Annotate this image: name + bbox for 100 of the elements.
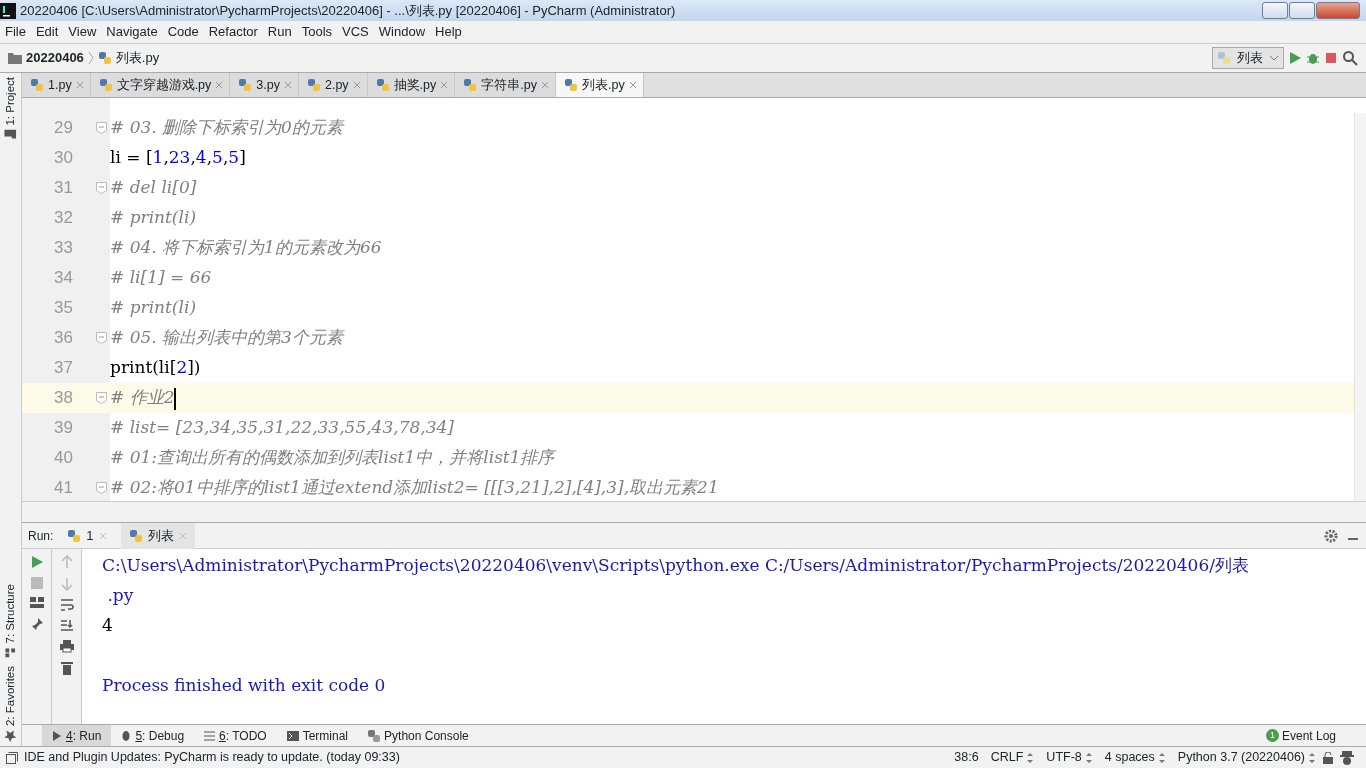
python-file-icon [67, 528, 82, 543]
updown-icon [1026, 752, 1035, 763]
editor-tab[interactable]: 3.py [230, 73, 299, 97]
line-number: 40 [53, 447, 74, 470]
run-tab[interactable]: 列表 [120, 522, 195, 549]
code-line: # 05. 输出列表中的第3个元素 [110, 326, 343, 350]
code-line: # 02:将01中排序的list1通过extend添加list2= [[[3,21],2],[4],3],取出元素21 [110, 476, 719, 500]
bug-icon[interactable] [1306, 51, 1320, 65]
line-number: 33 [53, 237, 74, 260]
python-file-icon [564, 78, 578, 92]
menu-item[interactable]: Tools [296, 22, 338, 42]
close-icon [98, 531, 107, 540]
tool-window-tab[interactable]: 4: Run [42, 724, 112, 747]
menu-item[interactable]: Edit [30, 22, 64, 42]
breadcrumb-item[interactable]: 20220406 [26, 48, 84, 68]
folder-icon [8, 52, 22, 64]
bug-icon [121, 730, 132, 741]
minimize-button[interactable] [1262, 2, 1288, 19]
caret-icon [1269, 54, 1279, 62]
run-config-dropdown[interactable]: 列表 [1212, 47, 1284, 69]
close-icon [178, 531, 187, 540]
line-number: 35 [53, 297, 74, 320]
code-line: # del li[0] [110, 176, 197, 200]
python-file-icon [128, 528, 143, 543]
soft-wrap-icon[interactable] [59, 599, 74, 611]
status-widget[interactable]: 4 spaces [1104, 748, 1166, 767]
app-logo-icon [0, 2, 16, 19]
menu-item[interactable]: File [0, 22, 31, 42]
code-line: li = [1,23,4,5,5] [110, 146, 246, 170]
python-icon [368, 729, 381, 742]
tool-window-tab[interactable]: 5: Debug [111, 724, 195, 747]
settings-icon[interactable] [1324, 528, 1338, 543]
tool-window-tab[interactable]: Terminal [276, 724, 359, 747]
python-file-icon [238, 78, 253, 92]
line-number: 29 [53, 117, 74, 140]
tool-window-tab[interactable]: Python Console [358, 724, 479, 747]
line-number: 37 [53, 357, 74, 380]
close-icon [440, 81, 449, 89]
updown-icon [1084, 752, 1093, 763]
menu-item[interactable]: Code [162, 22, 204, 42]
editor-tab[interactable]: 文字穿越游戏.py [90, 73, 231, 97]
python-file-icon [98, 78, 113, 92]
code-line: # list= [23,34,35,31,22,33,55,43,78,34] [110, 416, 454, 440]
close-icon [352, 81, 361, 89]
close-icon [283, 81, 292, 89]
breadcrumb-item[interactable]: 列表.py [115, 48, 160, 68]
code-line: print(li[2]) [110, 356, 201, 380]
code-line: # 作业2 [110, 386, 176, 411]
trash-icon[interactable] [60, 661, 73, 675]
scroll-to-end-icon[interactable] [59, 619, 74, 631]
run-icon[interactable] [1288, 51, 1302, 65]
folder-icon [4, 129, 17, 140]
side-tool-tab[interactable]: 2: Favorites [1, 661, 20, 746]
project-tool-tab[interactable]: 1: Project [1, 73, 20, 144]
lock-icon[interactable] [1322, 751, 1334, 764]
search-icon[interactable] [1342, 50, 1358, 66]
menu-item[interactable]: View [63, 22, 102, 42]
status-toggle-icon[interactable] [6, 751, 18, 764]
line-number: 30 [53, 147, 74, 170]
menu-item[interactable]: Refactor [203, 22, 263, 42]
print-icon[interactable] [59, 639, 74, 653]
code-line: # li[1] = 66 [110, 266, 212, 290]
maximize-button[interactable] [1289, 2, 1315, 19]
rerun-icon[interactable] [29, 555, 44, 569]
cursor-position[interactable]: 38:6 [954, 748, 979, 767]
status-message: IDE and Plugin Updates: PyCharm is ready to update. (today 09:33) [24, 749, 400, 767]
python-file-icon [30, 78, 44, 92]
status-widget[interactable]: CRLF [990, 748, 1035, 767]
python-file-icon [97, 51, 112, 65]
editor-tab[interactable]: 2.py [298, 73, 368, 97]
menu-item[interactable]: VCS [337, 22, 374, 42]
console-line: 4 [102, 614, 114, 637]
line-number: 32 [53, 207, 74, 230]
status-widget[interactable]: Python 3.7 (20220406) [1177, 748, 1316, 767]
line-number: 31 [53, 177, 74, 200]
close-icon [75, 81, 84, 89]
run-icon [52, 730, 62, 741]
python-file-icon [306, 78, 321, 92]
code-line: # print(li) [110, 296, 196, 320]
code-line: # 04. 将下标索引为1的元素改为66 [110, 236, 382, 260]
stop-icon[interactable] [1324, 51, 1338, 65]
menu-item[interactable]: Navigate [101, 22, 163, 42]
menu-item[interactable]: Window [373, 22, 431, 42]
terminal-icon [286, 730, 299, 741]
layout-icon[interactable] [29, 597, 44, 609]
menu-item[interactable]: Help [430, 22, 467, 42]
menu-item[interactable]: Run [262, 22, 297, 42]
status-widget[interactable]: UTF-8 [1046, 748, 1093, 767]
editor-tab[interactable]: 1.py [22, 73, 91, 97]
editor-tab[interactable]: 列表.py [556, 73, 644, 97]
python-file-icon [463, 78, 478, 92]
run-tab[interactable]: 1 [59, 522, 115, 549]
side-tool-tab[interactable]: 7: Structure [1, 580, 20, 662]
editor-tab[interactable]: 字符串.py [455, 73, 556, 97]
scrollbar[interactable] [1354, 113, 1366, 501]
event-log-button[interactable]: 1 Event Log [1265, 726, 1336, 745]
line-number: 36 [53, 327, 74, 350]
tool-window-tab[interactable]: 6: TODO [194, 724, 277, 747]
editor-tab[interactable]: 抽奖.py [367, 73, 456, 97]
star-icon [4, 730, 17, 742]
